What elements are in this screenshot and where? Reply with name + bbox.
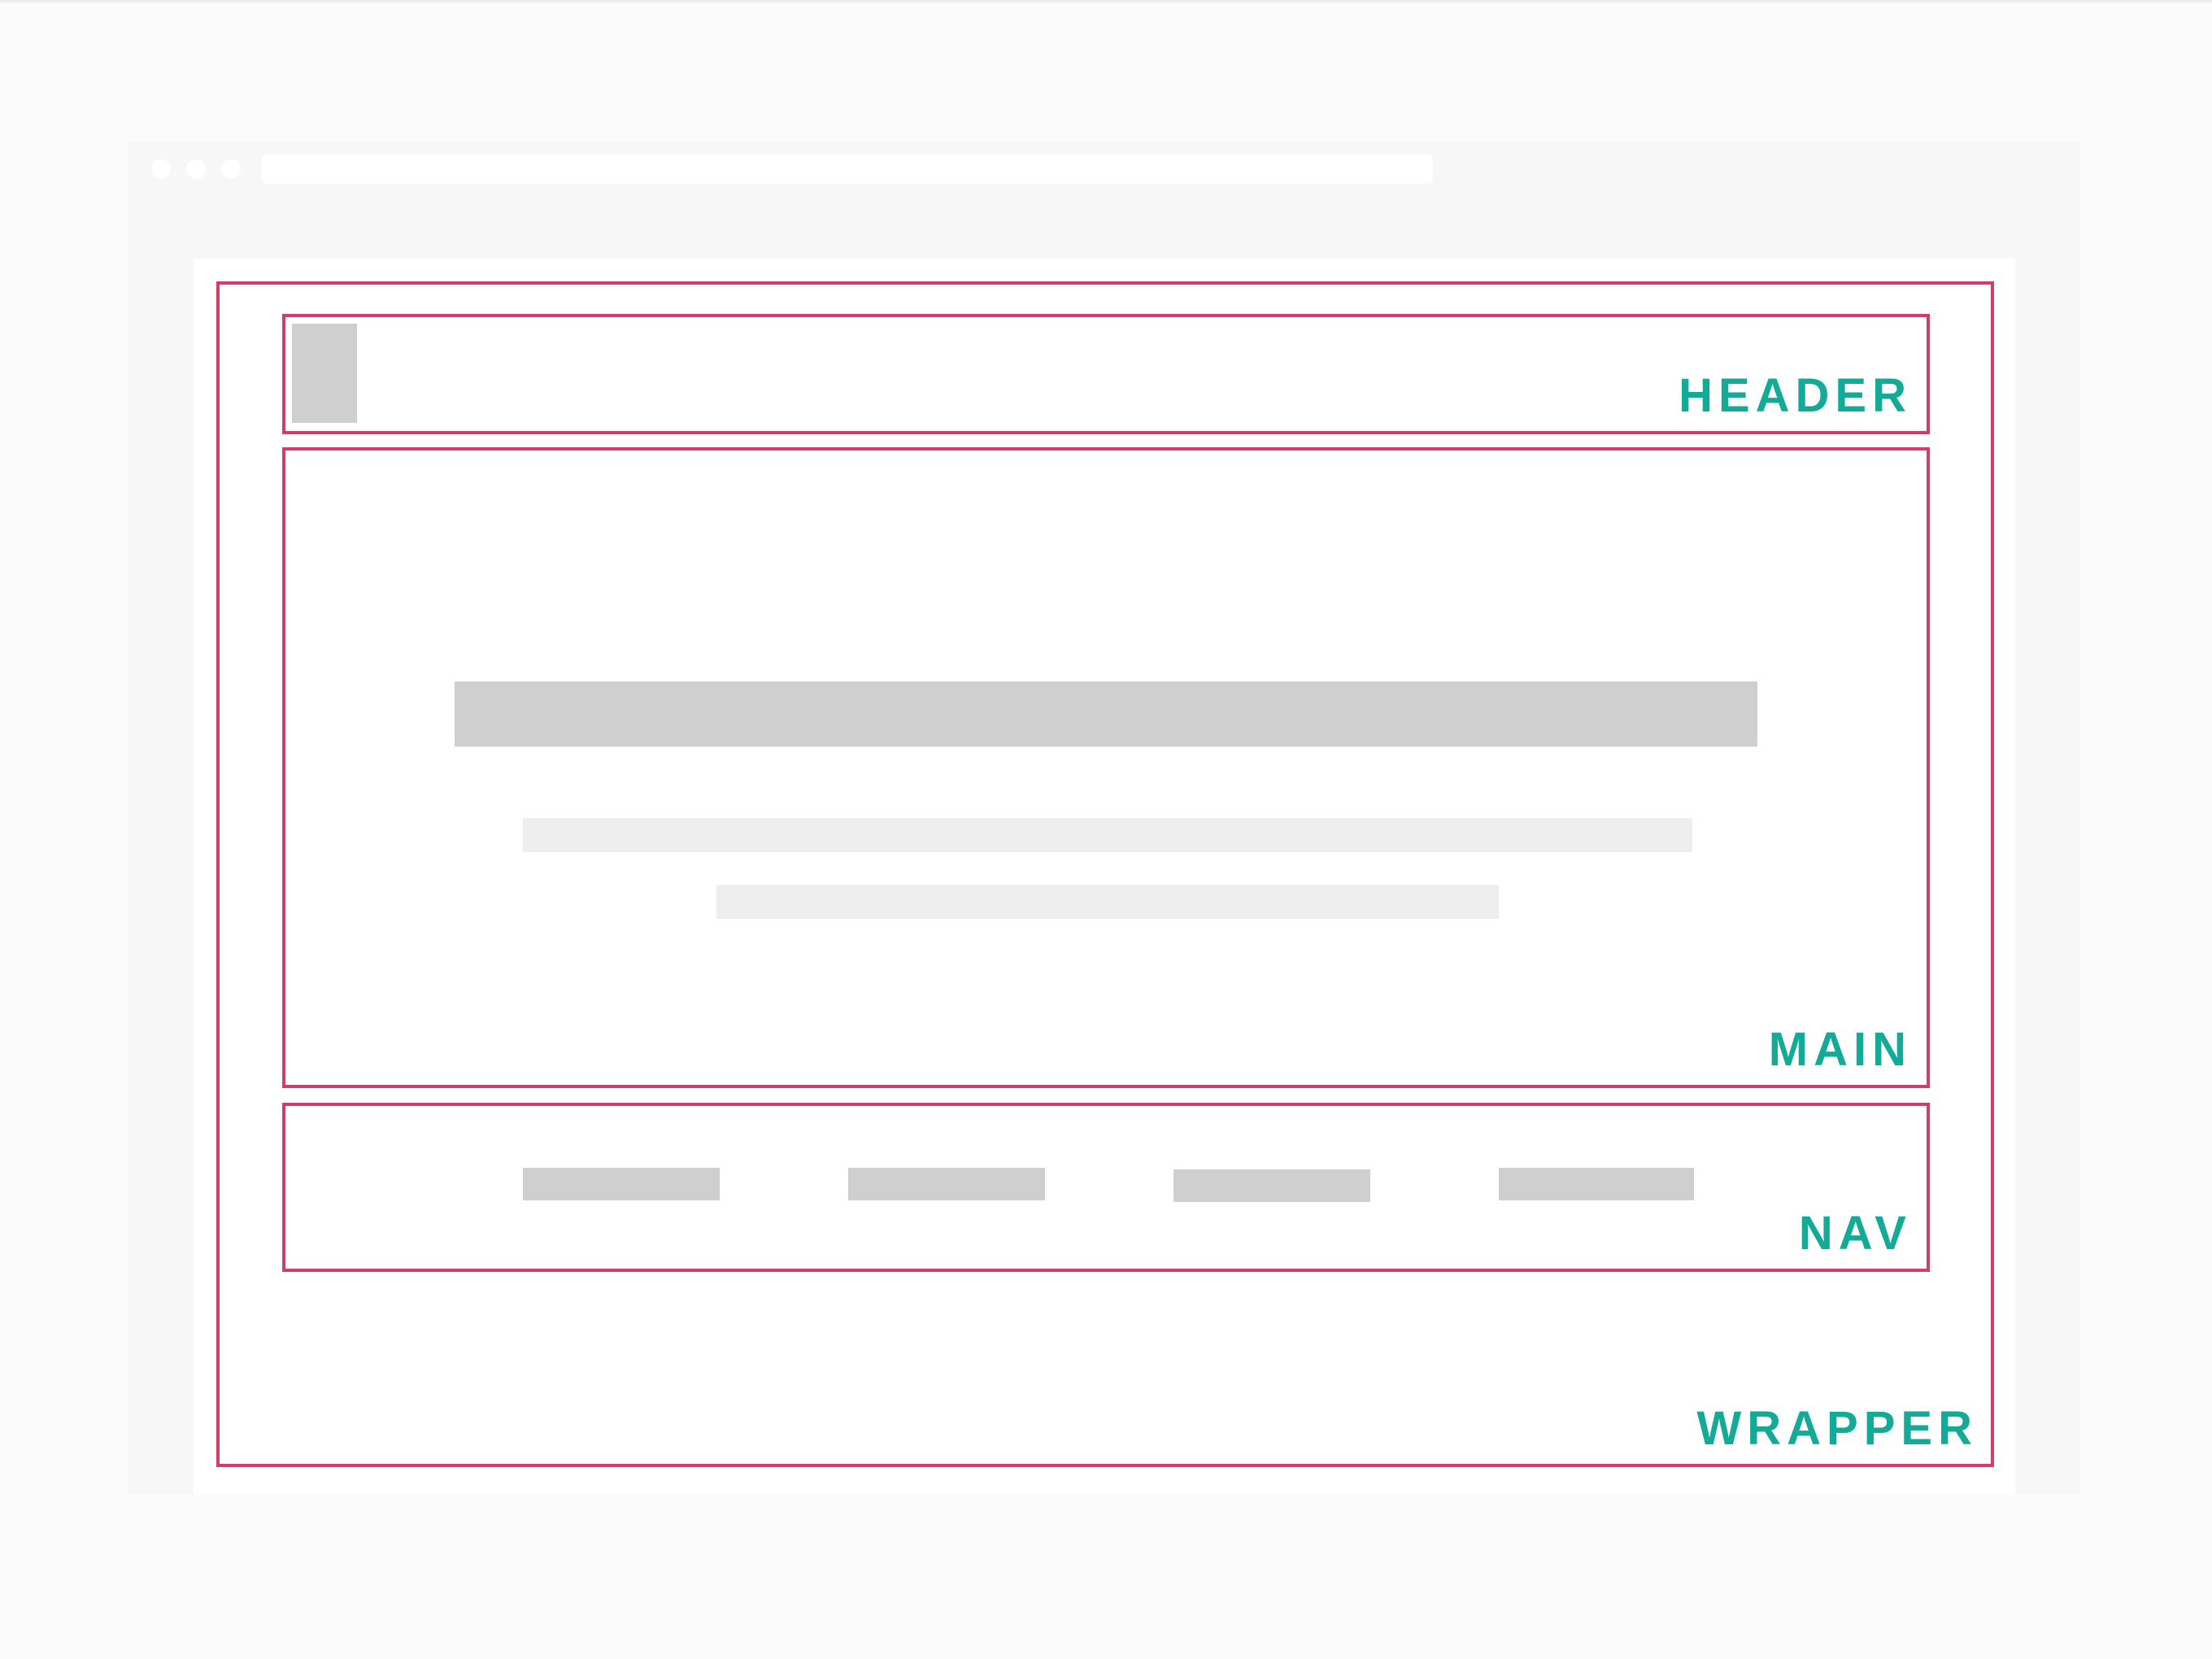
top-divider [0, 0, 2212, 2]
nav-item-placeholder [848, 1168, 1045, 1200]
header-label: HEADER [1679, 369, 1912, 422]
main-label: MAIN [1768, 1023, 1912, 1076]
nav-label: NAV [1798, 1207, 1912, 1260]
text-line-placeholder [716, 885, 1499, 919]
main-region: MAIN [282, 447, 1930, 1088]
address-bar [262, 155, 1433, 184]
window-control-dot [186, 159, 206, 179]
wrapper-label: WRAPPER [1696, 1402, 1978, 1455]
nav-region: NAV [282, 1103, 1930, 1272]
window-control-dot [151, 159, 171, 179]
nav-item-placeholder [1173, 1169, 1370, 1202]
header-region: HEADER [282, 314, 1930, 434]
text-line-placeholder [523, 818, 1692, 852]
title-placeholder [455, 681, 1757, 747]
window-control-dot [221, 159, 241, 179]
logo-placeholder [292, 324, 357, 423]
nav-item-placeholder [523, 1168, 720, 1200]
nav-item-placeholder [1499, 1168, 1694, 1200]
